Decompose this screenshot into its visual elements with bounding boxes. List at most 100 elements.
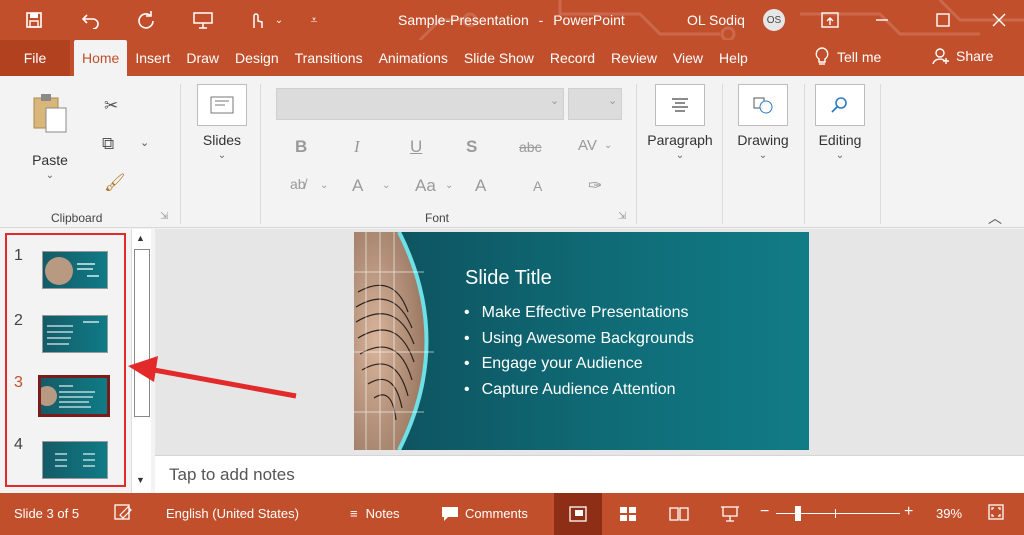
notes-pane[interactable]: Tap to add notes <box>155 455 1024 493</box>
normal-view-icon <box>569 506 587 522</box>
slide-show-button[interactable] <box>706 493 754 535</box>
paragraph-button[interactable]: Paragraph ⌄ <box>646 84 714 161</box>
tab-animations[interactable]: Animations <box>371 40 456 76</box>
font-group-label: Font <box>425 211 450 225</box>
scroll-up-icon[interactable]: ▲ <box>136 233 145 243</box>
slides-button[interactable]: Slides ⌄ <box>192 84 252 161</box>
language-indicator[interactable]: English (United States) <box>166 506 299 521</box>
maximize-icon[interactable] <box>931 8 955 32</box>
customize-quick-access-icon[interactable]: ⩡ <box>303 9 325 31</box>
editing-label: Editing <box>818 132 862 148</box>
document-name: Sample-Presentation <box>398 12 529 28</box>
save-icon[interactable] <box>23 9 45 31</box>
lightbulb-icon <box>815 47 829 65</box>
tab-review[interactable]: Review <box>603 40 665 76</box>
scroll-down-icon[interactable]: ▼ <box>136 475 145 485</box>
paste-label: Paste <box>32 152 68 168</box>
editing-dropdown-icon[interactable]: ⌄ <box>808 150 872 161</box>
share-person-icon <box>932 48 949 65</box>
current-slide[interactable]: Slide Title Make Effective Presentations… <box>354 232 809 450</box>
clipboard-group-label: Clipboard <box>51 211 103 225</box>
ribbon-home: Paste ⌄ ✂ ⧉ ⌄ 🖌 Clipboard ⇲ Slides ⌄ ⌄ ⌄… <box>0 76 1024 228</box>
copy-dropdown-icon[interactable]: ⌄ <box>140 136 149 149</box>
font-launcher-icon[interactable]: ⇲ <box>618 211 626 222</box>
fit-to-window-icon[interactable] <box>988 504 1004 523</box>
tab-help[interactable]: Help <box>711 40 756 76</box>
share-button[interactable]: Share <box>932 47 994 65</box>
change-case-dropdown-icon[interactable]: ⌄ <box>445 180 453 191</box>
comments-button[interactable]: Comments <box>441 506 528 522</box>
thumbnail-annotation-box <box>5 233 126 487</box>
strikethrough-button[interactable]: abc <box>519 139 542 155</box>
italic-button[interactable]: I <box>354 137 360 157</box>
notes-button[interactable]: ≡ Notes <box>350 506 400 521</box>
font-name-select[interactable] <box>276 88 564 120</box>
normal-view-button[interactable] <box>554 493 602 535</box>
drawing-button[interactable]: Drawing ⌄ <box>730 84 796 161</box>
clear-formatting-dropdown-icon[interactable]: ⌄ <box>320 180 328 191</box>
paragraph-dropdown-icon[interactable]: ⌄ <box>646 150 714 161</box>
paste-dropdown-icon[interactable]: ⌄ <box>20 170 80 181</box>
font-color-dropdown-icon[interactable]: ⌄ <box>382 180 390 191</box>
character-spacing-button[interactable]: AV <box>578 137 597 154</box>
undo-icon[interactable] <box>80 9 102 31</box>
zoom-out-button[interactable]: − <box>760 503 769 521</box>
group-separator <box>722 84 723 224</box>
reading-view-button[interactable] <box>655 493 703 535</box>
slides-label: Slides <box>202 132 242 148</box>
zoom-slider-thumb[interactable] <box>795 506 801 521</box>
decrease-font-size-button[interactable]: A <box>533 178 542 194</box>
touch-mode-dropdown-icon[interactable]: ⌄ <box>268 9 290 31</box>
paste-button[interactable]: Paste ⌄ <box>20 92 80 181</box>
slide-sorter-button[interactable] <box>604 493 652 535</box>
tab-design[interactable]: Design <box>227 40 287 76</box>
shapes-icon <box>738 84 788 126</box>
minimize-icon[interactable] <box>870 8 894 32</box>
highlight-icon[interactable]: ✑ <box>588 176 602 196</box>
clear-formatting-icon[interactable]: ab̸ <box>290 176 306 192</box>
user-name[interactable]: OL Sodiq <box>687 12 745 28</box>
tell-me-box[interactable]: Tell me <box>815 47 881 67</box>
font-name-dropdown-icon[interactable]: ⌄ <box>550 94 559 107</box>
bold-button[interactable]: B <box>295 137 307 157</box>
text-shadow-button[interactable]: S <box>466 137 477 157</box>
collapse-ribbon-icon[interactable]: ︿ <box>988 208 1002 228</box>
slide-bullet: Using Awesome Backgrounds <box>464 330 694 348</box>
touch-mode-icon[interactable] <box>245 9 267 31</box>
tab-view[interactable]: View <box>665 40 711 76</box>
tab-draw[interactable]: Draw <box>178 40 227 76</box>
underline-button[interactable]: U <box>410 137 422 157</box>
font-size-dropdown-icon[interactable]: ⌄ <box>608 94 617 107</box>
paragraph-label: Paragraph <box>647 132 713 148</box>
tab-file[interactable]: File <box>0 40 70 76</box>
copy-icon[interactable]: ⧉ <box>102 134 114 154</box>
character-spacing-dropdown-icon[interactable]: ⌄ <box>604 140 612 151</box>
slide-title[interactable]: Slide Title <box>465 267 552 290</box>
slide-fingerprint-image <box>354 232 434 450</box>
tab-transitions[interactable]: Transitions <box>287 40 371 76</box>
format-painter-icon[interactable]: 🖌 <box>104 173 126 193</box>
tab-insert[interactable]: Insert <box>127 40 178 76</box>
increase-font-size-button[interactable]: A <box>475 176 486 196</box>
tab-record[interactable]: Record <box>542 40 603 76</box>
zoom-in-button[interactable]: + <box>904 503 913 521</box>
paragraph-icon <box>655 84 705 126</box>
font-color-button[interactable]: A <box>352 176 363 196</box>
close-icon[interactable] <box>987 8 1011 32</box>
ribbon-display-options-icon[interactable] <box>818 8 842 32</box>
clipboard-launcher-icon[interactable]: ⇲ <box>160 211 168 222</box>
tab-slide-show[interactable]: Slide Show <box>456 40 542 76</box>
tab-home[interactable]: Home <box>74 40 128 76</box>
cut-icon[interactable]: ✂ <box>104 96 118 116</box>
accessibility-icon[interactable] <box>114 504 132 523</box>
present-from-beginning-icon[interactable] <box>192 9 214 31</box>
change-case-button[interactable]: Aa <box>415 176 436 196</box>
redo-icon[interactable] <box>135 9 157 31</box>
editing-button[interactable]: Editing ⌄ <box>808 84 872 161</box>
zoom-percent[interactable]: 39% <box>936 506 962 521</box>
drawing-dropdown-icon[interactable]: ⌄ <box>730 150 796 161</box>
slides-dropdown-icon[interactable]: ⌄ <box>192 150 252 161</box>
title-separator: - <box>538 12 544 28</box>
user-avatar[interactable]: OS <box>763 9 785 31</box>
zoom-slider-center-tick <box>835 509 836 518</box>
